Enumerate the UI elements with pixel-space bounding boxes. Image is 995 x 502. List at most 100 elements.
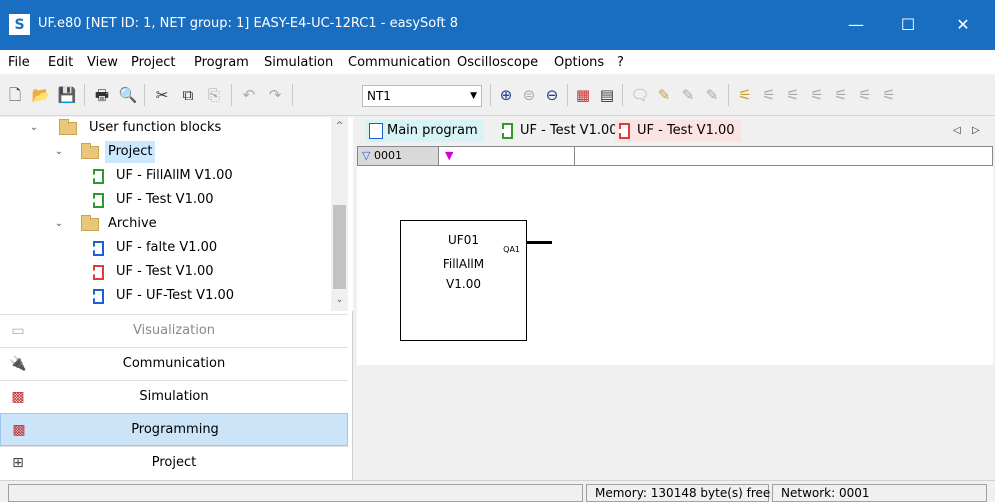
program-canvas[interactable]: UF01 QA1 FillAllM V1.00 (357, 166, 993, 365)
zoom-out-icon[interactable]: ⊖ (542, 85, 562, 105)
nav-label: Programming (131, 422, 219, 437)
network-view-icon[interactable]: ▤ (597, 85, 617, 105)
network-delete-icon[interactable]: ▦ (573, 85, 593, 105)
status-network: Network: 0001 (772, 484, 987, 502)
scroll-down-icon[interactable]: ⌄ (331, 295, 348, 305)
toolbar-separator (144, 84, 145, 106)
tab-scroll-left-icon[interactable]: ◁ (953, 125, 961, 136)
nav-programming[interactable]: ▩ Programming (0, 413, 348, 446)
maximize-button[interactable]: ☐ (885, 0, 931, 50)
menu-oscilloscope[interactable]: Oscilloscope (457, 55, 538, 70)
copy-icon[interactable]: ⧉ (178, 85, 198, 105)
print-preview-icon[interactable]: 🔍 (118, 85, 138, 105)
menu-simulation[interactable]: Simulation (264, 55, 333, 70)
tool-8-icon[interactable]: ⚟ (831, 85, 851, 105)
tree-node-archive[interactable]: ⌄ Archive (0, 213, 330, 235)
tool-6-icon[interactable]: ⚟ (783, 85, 803, 105)
menu-bar: File Edit View Project Program Simulatio… (0, 50, 995, 74)
tree-scrollbar[interactable]: ^ ⌄ (331, 117, 348, 311)
tab-uf-test-archive[interactable]: UF - Test V1.00 (615, 120, 741, 142)
tool-7-icon[interactable]: ⚟ (807, 85, 827, 105)
editor-pane: Main program UF - Test V1.00 UF - Test V… (355, 117, 995, 480)
tool-10-icon[interactable]: ⚟ (879, 85, 899, 105)
tree-node-label: Project (105, 141, 156, 163)
tree-node-label: Archive (108, 216, 157, 231)
chevron-down-icon[interactable]: ⌄ (53, 213, 65, 235)
network-select[interactable]: NT1 ▼ (362, 85, 482, 107)
uf-block-icon (502, 123, 513, 139)
scrollbar-thumb[interactable] (333, 205, 346, 289)
nav-label: Project (151, 455, 197, 470)
paste-icon[interactable]: ⎘ (204, 85, 224, 105)
tree-item-uf-fillallm[interactable]: UF - FillAllM V1.00 (0, 165, 330, 187)
network-expand-icon[interactable]: ▽ (362, 149, 370, 162)
tab-label: UF - Test V1.00 (520, 123, 618, 138)
zoom-reset-icon[interactable]: ⊜ (519, 85, 539, 105)
tab-uf-test[interactable]: UF - Test V1.00 (498, 120, 624, 142)
undo-icon[interactable]: ↶ (239, 85, 259, 105)
tree-item-label: UF - FillAllM V1.00 (116, 168, 233, 183)
tree-item-uf-falte[interactable]: UF - falte V1.00 (0, 237, 330, 259)
function-block-output-port: QA1 (503, 245, 520, 254)
tree-item-label: UF - UF-Test V1.00 (116, 288, 235, 303)
function-block-version: V1.00 (446, 277, 481, 291)
menu-file[interactable]: File (8, 55, 30, 70)
open-folder-icon[interactable]: 📂 (31, 85, 51, 105)
scroll-up-icon[interactable]: ^ (331, 121, 348, 131)
folder-icon (81, 143, 99, 159)
tool-2-icon[interactable]: ✎ (678, 85, 698, 105)
function-block-uf01[interactable]: UF01 QA1 FillAllM V1.00 (400, 220, 527, 341)
tree-item-uf-uf-test[interactable]: UF - UF-Test V1.00 (0, 285, 330, 307)
menu-options[interactable]: Options (554, 55, 604, 70)
cut-icon[interactable]: ✂ (152, 85, 172, 105)
tree-item-label: UF - Test V1.00 (116, 192, 214, 207)
new-file-icon[interactable]: 🗋 (5, 85, 25, 105)
nav-simulation[interactable]: ▩ Simulation (0, 380, 348, 413)
tool-3-icon[interactable]: ✎ (702, 85, 722, 105)
network-header[interactable]: ▽ 0001 ▼ (357, 146, 993, 166)
function-block-type: FillAllM (442, 257, 485, 271)
menu-program[interactable]: Program (194, 55, 249, 70)
toolbar: 🗋 📂 💾 🖶 🔍 ✂ ⧉ ⎘ ↶ ↷ NT1 ▼ ⊕ ⊜ ⊖ ▦ ▤ 🗨 ✎ … (0, 74, 995, 116)
redo-icon[interactable]: ↷ (265, 85, 285, 105)
tree-item-uf-test[interactable]: UF - Test V1.00 (0, 189, 330, 211)
tool-5-icon[interactable]: ⚟ (759, 85, 779, 105)
chevron-down-icon[interactable]: ⌄ (53, 141, 65, 163)
toolbar-separator (231, 84, 232, 106)
menu-project[interactable]: Project (131, 55, 175, 70)
status-memory: Memory: 130148 byte(s) free (586, 484, 770, 502)
close-button[interactable]: ✕ (940, 0, 986, 50)
tree-item-uf-test-archive[interactable]: UF - Test V1.00 (0, 261, 330, 283)
tree-node-label: User function blocks (89, 120, 222, 135)
uf-block-icon (93, 265, 104, 280)
network-marker: ▼ (439, 147, 575, 165)
minimize-button[interactable]: — (833, 0, 879, 50)
title-bar: S UF.e80 [NET ID: 1, NET group: 1] EASY-… (0, 0, 995, 50)
menu-help[interactable]: ? (617, 55, 624, 70)
program-icon (369, 123, 383, 139)
network-select-value: NT1 (367, 89, 391, 103)
network-number[interactable]: ▽ 0001 (358, 147, 439, 165)
left-pane: ⌄ User function blocks ⌄ Project UF - Fi… (0, 117, 353, 480)
status-message (8, 484, 583, 502)
zoom-in-icon[interactable]: ⊕ (496, 85, 516, 105)
print-icon[interactable]: 🖶 (92, 85, 112, 105)
nav-project[interactable]: ⊞ Project (0, 446, 348, 479)
menu-view[interactable]: View (87, 55, 118, 70)
tool-4-icon[interactable]: ⚟ (735, 85, 755, 105)
toolbar-separator (728, 84, 729, 106)
chevron-down-icon: ▼ (470, 91, 477, 101)
tool-1-icon[interactable]: ✎ (654, 85, 674, 105)
tool-9-icon[interactable]: ⚟ (855, 85, 875, 105)
nav-visualization[interactable]: ▭ Visualization (0, 314, 348, 347)
tree-node-user-function-blocks[interactable]: ⌄ User function blocks (0, 117, 330, 139)
chevron-down-icon[interactable]: ⌄ (28, 117, 40, 139)
tree-node-project[interactable]: ⌄ Project (0, 141, 330, 163)
save-icon[interactable]: 💾 (57, 85, 77, 105)
tab-scroll-right-icon[interactable]: ▷ (972, 125, 980, 136)
comment-icon[interactable]: 🗨 (630, 85, 650, 105)
tab-main-program[interactable]: Main program (365, 120, 484, 142)
nav-communication[interactable]: 🔌 Communication (0, 347, 348, 380)
menu-edit[interactable]: Edit (48, 55, 73, 70)
menu-communication[interactable]: Communication (348, 55, 450, 70)
